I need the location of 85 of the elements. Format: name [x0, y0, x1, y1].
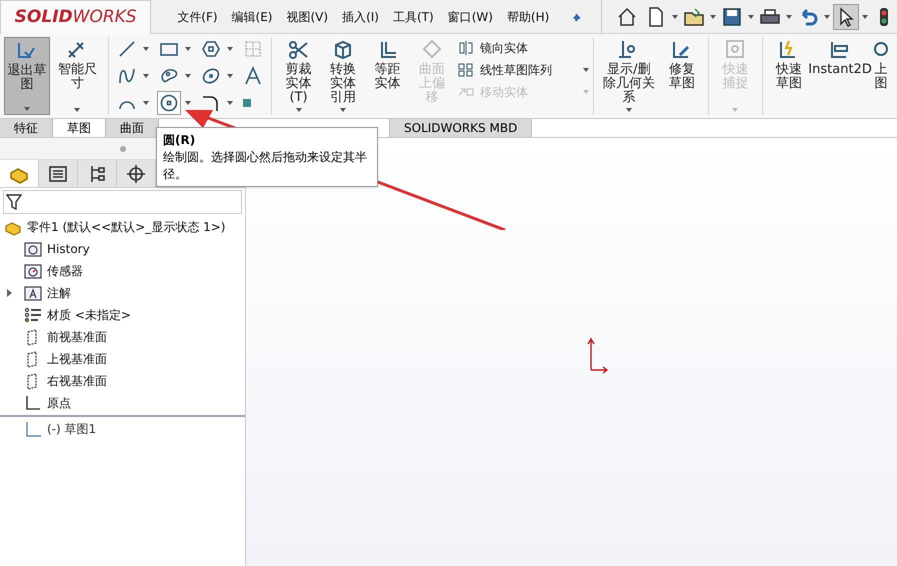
origin-icon [24, 394, 42, 412]
caret-icon[interactable] [786, 14, 792, 18]
caret-icon[interactable] [74, 108, 80, 112]
expand-arrow-icon[interactable] [7, 289, 12, 297]
ribbon-button[interactable]: 修复草图 [662, 37, 702, 115]
tree-item[interactable]: 右视基准面 [47, 372, 107, 390]
button-label: 退出草图 [6, 64, 48, 92]
button-label: Instant2D [808, 63, 872, 77]
caret-icon[interactable] [227, 100, 234, 105]
button-label: 转换实体引用 [329, 63, 358, 105]
folder-gauge-icon [24, 262, 42, 280]
tool-label[interactable]: 线性草图阵列 [480, 61, 552, 79]
mirror-icon[interactable] [458, 41, 474, 55]
ribbon-tab[interactable]: SOLIDWORKS MBD [389, 119, 532, 137]
filter-icon[interactable] [6, 193, 22, 211]
caret-icon[interactable] [824, 14, 830, 18]
menu-item[interactable]: 编辑(E) [232, 8, 272, 26]
tree-item[interactable]: 材质 <未指定> [47, 306, 131, 324]
tree-item[interactable]: (-) 草图1 [47, 420, 96, 438]
button-label: 剪裁实体(T) [284, 63, 313, 105]
sketch-icon [24, 420, 42, 438]
caret-icon[interactable] [185, 74, 192, 78]
tree-item[interactable]: 前视基准面 [47, 328, 107, 346]
button-label: 快速捕捉 [721, 63, 750, 91]
button-label: 智能尺寸 [56, 63, 98, 91]
tree-item[interactable]: 传感器 [47, 262, 83, 280]
button-label: 等距实体 [374, 63, 402, 91]
caret-icon[interactable] [24, 107, 30, 111]
menu-item[interactable]: 视图(V) [286, 8, 328, 26]
menu-item[interactable]: 插入(I) [342, 8, 379, 26]
menu-item[interactable]: 帮助(H) [506, 8, 550, 26]
origin-icon [585, 336, 609, 376]
ribbon-button[interactable]: 转换实体引用 [324, 37, 362, 115]
ribbon-button[interactable]: 智能尺寸 [54, 37, 100, 115]
menu-item[interactable]: 文件(F) [177, 8, 218, 26]
caret-icon[interactable] [582, 68, 589, 72]
ribbon-button[interactable]: 上图 [872, 37, 890, 115]
folder-clock-icon [24, 240, 42, 258]
caret-icon[interactable] [143, 74, 150, 78]
ribbon-tab[interactable]: 特征 [0, 119, 53, 137]
caret-icon[interactable] [185, 100, 192, 105]
ribbon-button[interactable]: 等距实体 [368, 37, 407, 115]
panel-tab[interactable] [39, 160, 78, 187]
caret-icon[interactable] [143, 100, 150, 105]
tooltip-text: 绘制圆。选择圆心然后拖动来设定其半径。 [163, 149, 368, 183]
tree-item[interactable]: 原点 [47, 394, 71, 412]
ribbon-button[interactable]: 快速草图 [770, 37, 808, 115]
button-label: 快速草图 [774, 63, 803, 91]
caret-icon[interactable] [340, 108, 346, 112]
panel-tab[interactable] [117, 160, 156, 187]
button-label: 上图 [874, 63, 889, 91]
menu-item[interactable]: 窗口(W) [448, 8, 493, 26]
tree-item[interactable]: 零件1 (默认<<默认>_显示状态 1>) [27, 218, 226, 236]
folder-letter-icon [24, 284, 42, 302]
list-icon [48, 164, 68, 184]
ribbon-button[interactable]: 显示/删除几何关系 [600, 37, 657, 115]
caret-icon[interactable] [672, 14, 678, 18]
pin-icon[interactable] [571, 10, 584, 22]
tree-item[interactable]: 注解 [47, 284, 71, 302]
caret-icon[interactable] [748, 14, 754, 18]
caret-icon[interactable] [227, 74, 234, 78]
button-label: 显示/删除几何关系 [602, 63, 656, 105]
material-list-icon [24, 306, 42, 324]
caret-icon[interactable] [296, 108, 302, 112]
menu-item[interactable]: 工具(T) [392, 8, 434, 26]
ribbon-button[interactable]: 退出草图 [4, 37, 50, 115]
ribbon-tab[interactable]: 曲面 [106, 119, 159, 137]
caret-icon[interactable] [862, 14, 868, 18]
button-label: 修复草图 [668, 63, 696, 91]
pattern-icon[interactable] [458, 63, 474, 77]
tool-label[interactable]: 镜向实体 [480, 39, 528, 57]
caret-icon[interactable] [626, 108, 632, 112]
tree-item[interactable]: 上视基准面 [47, 350, 107, 368]
ribbon-button[interactable]: 剪裁实体(T) [279, 37, 318, 115]
splitter-handle-icon[interactable] [120, 146, 126, 152]
caret-icon[interactable] [710, 14, 716, 18]
tree-item[interactable]: History [47, 240, 90, 258]
logo-text: SOLIDWORKS [14, 6, 137, 30]
caret-icon[interactable] [185, 47, 192, 52]
crosshair-icon [126, 164, 146, 184]
caret-icon[interactable] [227, 47, 234, 52]
button-label: 曲面上偏移 [418, 63, 446, 105]
panel-tab[interactable] [78, 160, 117, 187]
caret-icon[interactable] [143, 47, 150, 52]
tooltip-title: 圆(R) [163, 132, 196, 149]
